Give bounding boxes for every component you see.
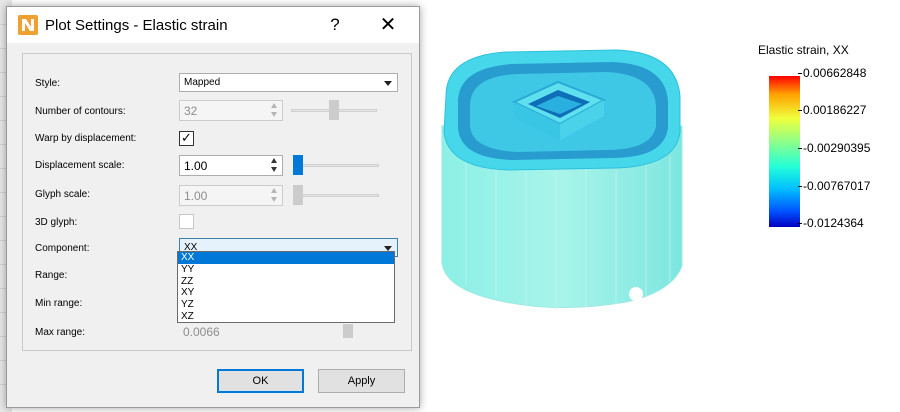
contours-spinbox[interactable]: 32	[179, 100, 283, 121]
style-label: Style:	[35, 78, 61, 89]
plot-settings-dialog: Plot Settings - Elastic strain ? ✕ Style…	[6, 6, 420, 408]
component-dropdown-list[interactable]: XX YY ZZ XY YZ XZ	[177, 251, 395, 323]
spin-up-icon[interactable]	[269, 187, 280, 195]
question-icon: ?	[330, 15, 340, 34]
disp-scale-value: 1.00	[184, 159, 208, 173]
dialog-titlebar[interactable]: Plot Settings - Elastic strain ? ✕	[7, 7, 419, 43]
warp-label: Warp by displacement:	[35, 133, 137, 144]
spin-up-icon[interactable]	[269, 102, 280, 110]
range-label: Range:	[35, 270, 68, 281]
close-icon: ✕	[379, 14, 397, 36]
component-option[interactable]: XZ	[178, 311, 394, 323]
max-range-slider-thumb[interactable]	[343, 324, 353, 338]
glyph-scale-spinbox[interactable]: 1.00	[179, 185, 283, 206]
glyph-scale-label: Glyph scale:	[35, 189, 91, 200]
ok-button[interactable]: OK	[217, 369, 304, 393]
component-option[interactable]: YY	[178, 264, 394, 276]
disp-scale-spinbox[interactable]: 1.00	[179, 155, 283, 176]
spin-up-icon[interactable]	[269, 157, 280, 165]
style-combo[interactable]: Mapped	[179, 73, 398, 92]
legend-tick-label: -0.0124364	[798, 216, 864, 230]
dialog-title: Plot Settings - Elastic strain	[45, 17, 228, 34]
n-app-icon	[18, 15, 38, 35]
contours-value: 32	[184, 104, 198, 118]
apply-button[interactable]: Apply	[318, 369, 405, 393]
contours-slider[interactable]	[291, 100, 377, 120]
glyph-scale-slider[interactable]	[293, 185, 379, 205]
component-option[interactable]: XX	[178, 252, 394, 264]
disp-scale-slider[interactable]	[293, 155, 379, 175]
glyph3d-checkbox[interactable]	[179, 214, 194, 229]
model-notch	[629, 287, 643, 301]
min-range-label: Min range:	[35, 298, 83, 309]
close-button[interactable]: ✕	[365, 7, 411, 43]
legend-tick-label: 0.00662848	[798, 66, 866, 80]
spin-down-icon[interactable]	[269, 166, 280, 174]
contours-label: Number of contours:	[35, 106, 126, 117]
max-range-value: 0.0066	[183, 325, 220, 339]
max-range-label: Max range:	[35, 327, 86, 338]
help-button[interactable]: ?	[312, 7, 358, 43]
warp-checkbox[interactable]: ✓	[179, 130, 194, 146]
slider-thumb[interactable]	[293, 185, 303, 205]
checkmark-icon: ✓	[181, 130, 192, 145]
slider-track	[293, 164, 379, 167]
legend-tick-label: -0.00767017	[798, 179, 870, 193]
slider-track	[293, 194, 379, 197]
max-range-spinbox[interactable]: 0.0066	[179, 322, 283, 343]
legend-title: Elastic strain, XX	[758, 43, 849, 57]
disp-scale-label: Displacement scale:	[35, 160, 125, 171]
component-label: Component:	[35, 243, 90, 254]
component-option[interactable]: XY	[178, 287, 394, 299]
slider-thumb[interactable]	[293, 155, 303, 175]
spin-down-icon[interactable]	[269, 196, 280, 204]
component-option[interactable]: ZZ	[178, 276, 394, 288]
style-value: Mapped	[184, 77, 221, 88]
legend-tick-label: -0.00290395	[798, 141, 870, 155]
slider-thumb[interactable]	[329, 100, 339, 120]
component-option[interactable]: YZ	[178, 299, 394, 311]
legend-tick-label: 0.00186227	[798, 103, 866, 117]
chevron-down-icon	[384, 81, 392, 86]
glyph3d-label: 3D glyph:	[35, 217, 78, 228]
glyph-scale-value: 1.00	[184, 189, 208, 203]
legend-colorbar	[769, 76, 800, 227]
strain-model-render[interactable]	[436, 36, 688, 326]
spin-down-icon[interactable]	[269, 111, 280, 119]
